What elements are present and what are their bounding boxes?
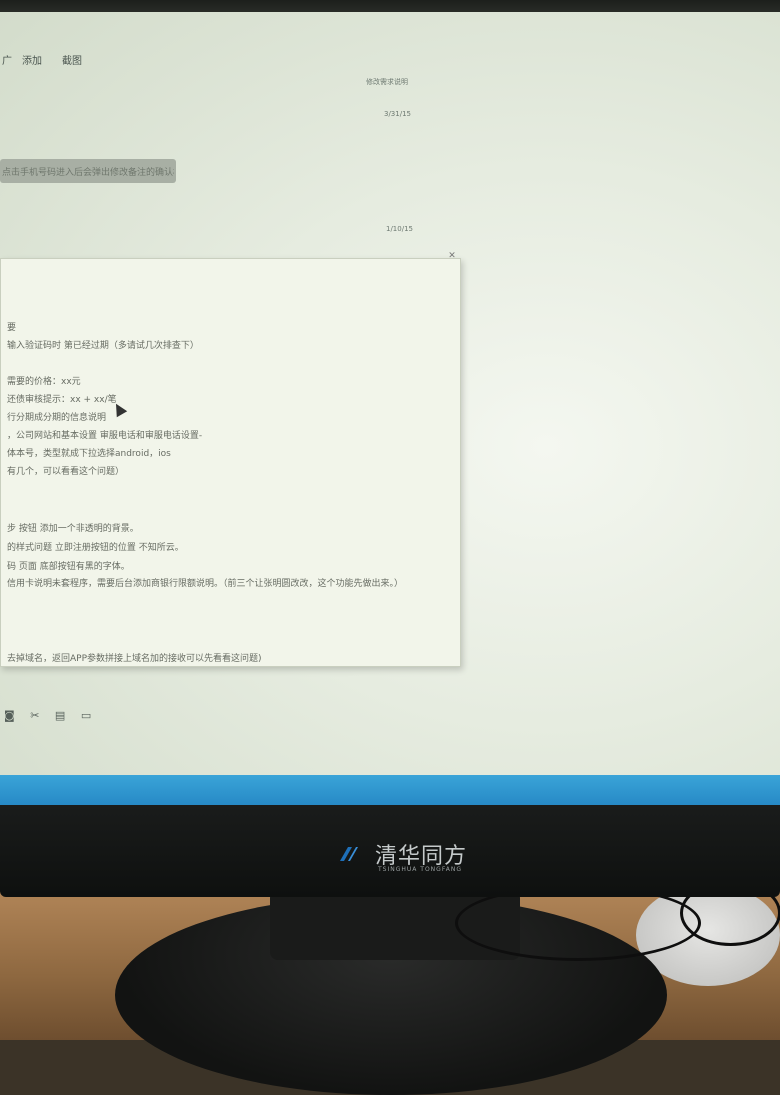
- popup-line: 行分期成分期的信息说明: [7, 413, 107, 423]
- chat-icon[interactable]: ▭: [81, 709, 91, 722]
- header-date: 3/31/15: [384, 110, 411, 118]
- menu-item-screenshot[interactable]: 截图: [62, 52, 82, 67]
- menu-bar: 广 添加 截图: [0, 48, 780, 70]
- highlighted-message[interactable]: 点击手机号码进入后会弹出修改备注的确认框: [0, 159, 176, 183]
- popup-line: 去掉域名，返回APP参数拼接上域名加的接收可以先看看这问题): [7, 654, 262, 664]
- popup-line: 码 页面 底部按钮有黑的字体。: [7, 562, 130, 572]
- menu-item-add[interactable]: 添加: [22, 52, 42, 67]
- popup-line: 体本号，类型就成下拉选择android，ios: [7, 449, 171, 459]
- popup-line: 信用卡说明未套程序，需要后台添加商银行限额说明。（前三个让张明圆改改，这个功能先…: [7, 579, 404, 589]
- popup-line: 要: [7, 323, 17, 333]
- popup-line: 输入验证码时 第已经过期（多请试几次排查下）: [7, 341, 199, 351]
- popup-line: 的样式问题 立即注册按钮的位置 不知所云。: [7, 543, 184, 553]
- message-popup: ✕ 要 输入验证码时 第已经过期（多请试几次排查下） 需要的价格：xx元 还债审…: [0, 251, 461, 667]
- highlighted-message-text: 点击手机号码进入后会弹出修改备注的确认框: [2, 168, 174, 178]
- chat-toolbar: ◙ ✂ ▤ ▭: [4, 709, 103, 722]
- popup-line: 需要的价格：xx元: [7, 377, 81, 387]
- camera-icon[interactable]: ◙: [4, 709, 15, 722]
- message-timestamp: 1/10/15: [386, 225, 413, 233]
- popup-line: ，公司网站和基本设置 审服电话和审服电话设置-: [7, 431, 203, 441]
- scissors-icon[interactable]: ✂: [30, 709, 39, 722]
- popup-line: 有几个，可以看看这个问题）: [7, 467, 125, 477]
- header-title: 修改需求说明: [366, 78, 408, 86]
- popup-line: 步 按钮 添加一个非透明的背景。: [7, 524, 139, 534]
- monitor-brand-sub: TSINGHUA TONGFANG: [378, 866, 462, 873]
- close-icon[interactable]: ✕: [446, 251, 458, 261]
- document-icon[interactable]: ▤: [55, 709, 65, 722]
- brand-logo-icon: [340, 847, 358, 861]
- monitor-screen: 广 添加 截图 修改需求说明 3/31/15 点击手机号码进入后会弹出修改备注的…: [0, 12, 780, 802]
- popup-line: 还债审核提示：xx + xx/笔: [7, 395, 117, 405]
- menu-item-1[interactable]: 广: [2, 52, 12, 67]
